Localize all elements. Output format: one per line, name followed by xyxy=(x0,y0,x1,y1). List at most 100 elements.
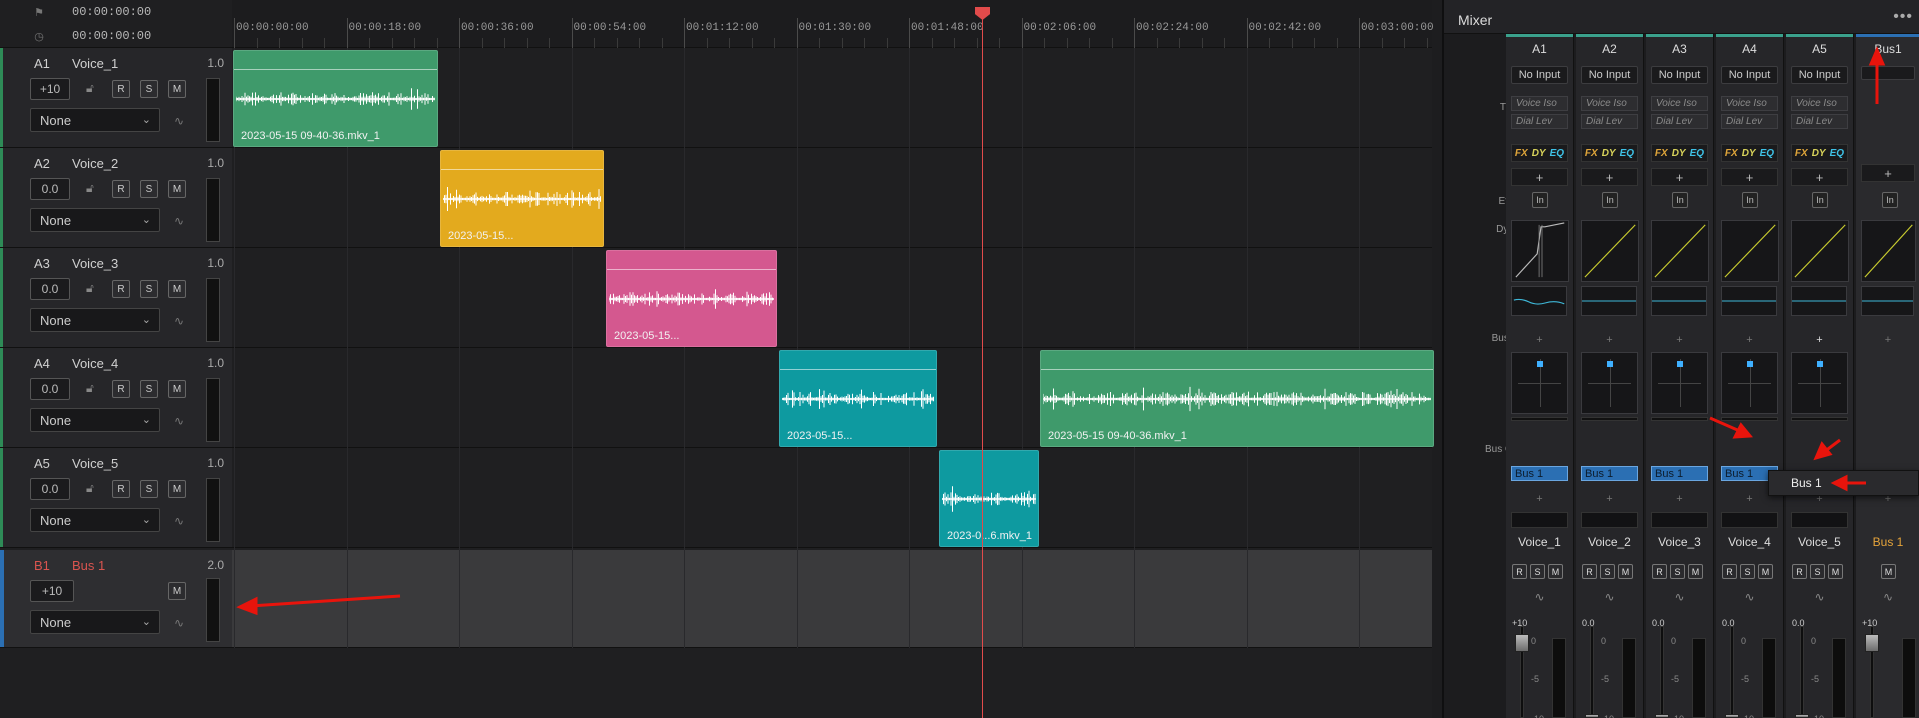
eq-graph[interactable] xyxy=(1861,286,1915,316)
pan-control[interactable] xyxy=(1721,352,1778,414)
solo-button[interactable]: S xyxy=(1740,564,1755,579)
track-header-b1[interactable]: B1 Bus 1 2.0 +10 M None ⌄ ∿ xyxy=(0,550,232,648)
effects-in-toggle[interactable]: In xyxy=(1742,192,1758,208)
automation-curve-icon[interactable]: ∿ xyxy=(1716,590,1783,604)
track-header-a1[interactable]: A1 Voice_1 1.0 +10 🔓︎ R S M None ⌄ ∿ xyxy=(0,48,232,148)
automation-curve-icon[interactable]: ∿ xyxy=(1646,590,1713,604)
track-effect-select[interactable]: None ⌄ xyxy=(30,208,160,232)
record-button[interactable]: R xyxy=(1512,564,1527,579)
solo-button[interactable]: S xyxy=(140,480,158,498)
eq-graph[interactable] xyxy=(1791,286,1848,316)
mute-button[interactable]: M xyxy=(1688,564,1703,579)
automation-curve-icon[interactable]: ∿ xyxy=(1576,590,1643,604)
track-fx-slot[interactable]: Voice Iso xyxy=(1721,96,1778,111)
processing-order[interactable]: FX DY EQ xyxy=(1721,144,1778,162)
bus-send-add[interactable]: + xyxy=(1856,334,1919,346)
solo-button[interactable]: S xyxy=(1810,564,1825,579)
playhead-line[interactable] xyxy=(982,12,983,718)
lock-icon[interactable]: 🔓︎ xyxy=(86,281,94,296)
automation-curve-icon[interactable]: ∿ xyxy=(174,414,184,428)
track-header-a2[interactable]: A2 Voice_2 1.0 0.0 🔓︎ R S M None ⌄ ∿ xyxy=(0,148,232,248)
fader-handle[interactable] xyxy=(1725,714,1739,718)
track-fx-slot[interactable]: Dial Lev xyxy=(1721,114,1778,129)
pan-position[interactable] xyxy=(1606,361,1613,367)
processing-order[interactable]: FX DY EQ xyxy=(1511,144,1568,162)
track-fx-slot[interactable]: Dial Lev xyxy=(1581,114,1638,129)
mute-button[interactable]: M xyxy=(168,280,186,298)
track-fx-slot[interactable]: Voice Iso xyxy=(1511,96,1568,111)
add-effect-button[interactable]: + xyxy=(1581,168,1638,186)
dynamics-graph[interactable] xyxy=(1511,220,1570,282)
automation-curve-icon[interactable]: ∿ xyxy=(174,114,184,128)
pan-control[interactable] xyxy=(1651,352,1708,414)
audio-clip[interactable]: 2023-0...6.mkv_1 xyxy=(939,450,1039,547)
audio-clip[interactable]: 2023-05-15... xyxy=(779,350,937,447)
track-volume-field[interactable]: 0.0 xyxy=(30,278,70,300)
group-select[interactable] xyxy=(1511,512,1568,528)
track-volume-field[interactable]: 0.0 xyxy=(30,378,70,400)
fader-handle[interactable] xyxy=(1585,714,1599,718)
timeline-ruler[interactable]: 00:00:00:00 00:00:18:00 00:00:36:00 00:00:5… xyxy=(232,0,1450,48)
track-effect-select[interactable]: None ⌄ xyxy=(30,610,160,634)
eq-graph[interactable] xyxy=(1721,286,1778,316)
track-effect-select[interactable]: None ⌄ xyxy=(30,108,160,132)
add-effect-button[interactable]: + xyxy=(1651,168,1708,186)
group-select[interactable] xyxy=(1581,512,1638,528)
track-volume-field[interactable]: 0.0 xyxy=(30,478,70,500)
record-button[interactable]: R xyxy=(1652,564,1667,579)
input-select[interactable]: No Input xyxy=(1581,66,1638,84)
track-effect-select[interactable]: None ⌄ xyxy=(30,508,160,532)
pan-control[interactable] xyxy=(1581,352,1638,414)
track-fx-slot[interactable]: Voice Iso xyxy=(1791,96,1848,111)
track-header-a3[interactable]: A3 Voice_3 1.0 0.0 🔓︎ R S M None ⌄ ∿ xyxy=(0,248,232,348)
pan-position[interactable] xyxy=(1536,361,1543,367)
input-select[interactable]: No Input xyxy=(1791,66,1848,84)
mute-button[interactable]: M xyxy=(1828,564,1843,579)
track-header-a5[interactable]: A5 Voice_5 1.0 0.0 🔓︎ R S M None ⌄ ∿ xyxy=(0,448,232,548)
mute-button[interactable]: M xyxy=(1548,564,1563,579)
track-name[interactable]: Voice_2 xyxy=(72,156,118,171)
record-button[interactable]: R xyxy=(112,180,130,198)
bus-output-assignment[interactable]: Bus 1 xyxy=(1651,466,1708,481)
bus-output-assignment[interactable]: Bus 1 xyxy=(1581,466,1638,481)
track-fx-slot[interactable]: Dial Lev xyxy=(1791,114,1848,129)
automation-curve-icon[interactable]: ∿ xyxy=(174,514,184,528)
audio-clip[interactable]: 2023-05-15 09-40-36.mkv_1 xyxy=(233,50,438,147)
track-fx-slot[interactable]: Voice Iso xyxy=(1651,96,1708,111)
fader-handle[interactable] xyxy=(1515,634,1529,652)
effects-in-toggle[interactable]: In xyxy=(1812,192,1828,208)
record-button[interactable]: R xyxy=(112,380,130,398)
lock-icon[interactable]: 🔓︎ xyxy=(86,481,94,496)
eq-graph[interactable] xyxy=(1651,286,1708,316)
bus-output-add[interactable]: + xyxy=(1646,493,1713,505)
record-button[interactable]: R xyxy=(112,280,130,298)
lock-icon[interactable]: 🔓︎ xyxy=(86,381,94,396)
solo-button[interactable]: S xyxy=(140,80,158,98)
record-button[interactable]: R xyxy=(112,80,130,98)
processing-order[interactable]: FX DY EQ xyxy=(1651,144,1708,162)
mute-button[interactable]: M xyxy=(168,582,186,600)
more-options-icon[interactable]: ••• xyxy=(1893,8,1913,26)
lock-icon[interactable]: 🔓︎ xyxy=(86,81,94,96)
track-fx-slot[interactable]: Dial Lev xyxy=(1651,114,1708,129)
dynamics-graph[interactable] xyxy=(1581,220,1640,282)
track-volume-field[interactable]: +10 xyxy=(30,78,70,100)
pan-control[interactable] xyxy=(1511,352,1568,414)
track-volume-field[interactable]: +10 xyxy=(30,580,74,602)
solo-button[interactable]: S xyxy=(140,380,158,398)
mute-button[interactable]: M xyxy=(1618,564,1633,579)
input-select[interactable] xyxy=(1861,66,1915,80)
audio-clip[interactable]: 2023-05-15... xyxy=(606,250,777,347)
input-select[interactable]: No Input xyxy=(1721,66,1778,84)
pan-position[interactable] xyxy=(1816,361,1823,367)
mute-button[interactable]: M xyxy=(168,80,186,98)
mute-button[interactable]: M xyxy=(1758,564,1773,579)
bus-send-add[interactable]: + xyxy=(1786,334,1853,346)
automation-curve-icon[interactable]: ∿ xyxy=(1786,590,1853,604)
fader-handle[interactable] xyxy=(1865,634,1879,652)
add-effect-button[interactable]: + xyxy=(1511,168,1568,186)
dynamics-graph[interactable] xyxy=(1861,220,1917,282)
automation-curve-icon[interactable]: ∿ xyxy=(174,616,184,630)
add-effect-button[interactable]: + xyxy=(1791,168,1848,186)
dynamics-graph[interactable] xyxy=(1721,220,1780,282)
